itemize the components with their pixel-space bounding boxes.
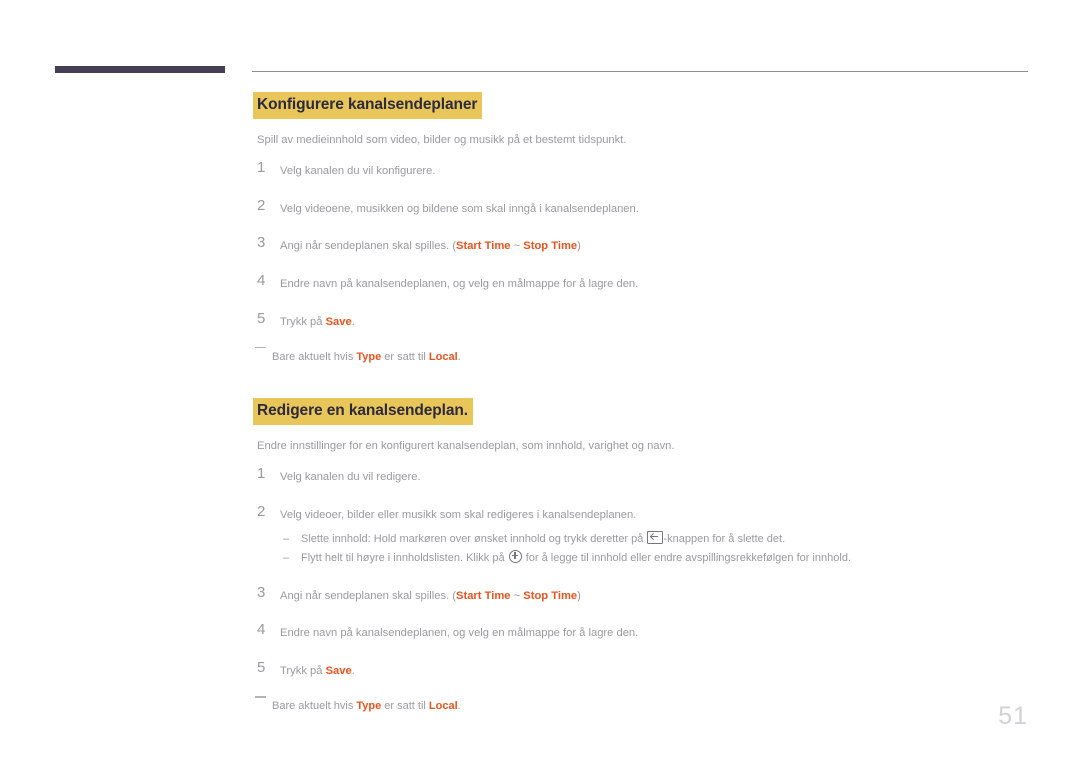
step-text-pre: Angi når sendeplanen skal spilles. ( xyxy=(280,240,456,253)
step-text: Velg kanalen du vil redigere. xyxy=(280,471,421,483)
accent-term-start-time: Start Time xyxy=(456,240,511,253)
sub-bullet-item: – Flytt helt til høyre i innholdslisten. … xyxy=(280,549,1033,567)
bullet-dash-icon: – xyxy=(283,551,290,564)
sub-bullet-pre: Slette innhold: Hold markøren over ønske… xyxy=(301,532,647,545)
accent-term-local: Local xyxy=(428,350,458,363)
footnote-pre: Bare aktuelt hvis xyxy=(272,350,357,363)
section-redigere: Redigere en kanalsendeplan. Endre innsti… xyxy=(253,398,1033,714)
step-list: 1 Velg kanalen du vil redigere. 2 Velg v… xyxy=(253,464,1033,680)
section-intro: Endre innstillinger for en konfigurert k… xyxy=(257,440,675,453)
page-number: 51 xyxy=(998,702,1028,730)
step-number: 2 xyxy=(257,196,266,214)
step-text: Endre navn på kanalsendeplanen, og velg … xyxy=(280,627,638,639)
step-item: 2 Velg videoer, bilder eller musikk som … xyxy=(253,502,1033,567)
step-item: 2 Velg videoene, musikken og bildene som… xyxy=(253,196,1033,218)
step-text-post: ) xyxy=(577,589,581,602)
accent-term-start-time: Start Time xyxy=(456,589,511,602)
footnote-pre: Bare aktuelt hvis xyxy=(272,700,357,712)
footnote: Bare aktuelt hvis Type er satt til Local… xyxy=(255,696,1033,715)
step-text-pre: Trykk på xyxy=(280,665,326,678)
step-text: Angi når sendeplanen skal spilles. (Star… xyxy=(280,240,581,252)
step-text-pre: Velg kanalen du vil konfigurere. xyxy=(280,164,436,177)
step-text-post: . xyxy=(351,665,355,678)
header-accent-bar xyxy=(55,66,225,73)
step-text-pre: Trykk på xyxy=(280,315,326,328)
section-konfigurere: Konfigurere kanalsendeplaner Spill av me… xyxy=(253,92,1033,365)
step-item: 1 Velg kanalen du vil konfigurere. xyxy=(253,158,1033,180)
sub-bullet-item: – Slette innhold: Hold markøren over ønsk… xyxy=(280,530,1033,548)
accent-term-type: Type xyxy=(356,700,382,712)
step-text-pre: Velg kanalen du vil redigere. xyxy=(280,470,421,483)
page-content: Konfigurere kanalsendeplaner Spill av me… xyxy=(253,92,1033,715)
step-text: Trykk på Save. xyxy=(280,316,355,328)
page-header xyxy=(0,0,1080,80)
sub-bullet-pre: Flytt helt til høyre i innholdslisten. K… xyxy=(301,551,508,564)
step-text: Velg videoer, bilder eller musikk som sk… xyxy=(280,509,636,521)
step-text-mid: ~ xyxy=(510,589,524,602)
step-text: Velg videoene, musikken og bildene som s… xyxy=(280,203,639,215)
footnote-mid: er satt til xyxy=(381,700,429,712)
step-item: 4 Endre navn på kanalsendeplanen, og vel… xyxy=(253,272,1033,293)
step-text: Velg kanalen du vil konfigurere. xyxy=(280,165,435,177)
step-number: 5 xyxy=(257,309,266,327)
footnote-dash-icon xyxy=(255,346,266,349)
footnote-post: . xyxy=(457,700,461,712)
accent-term-stop-time: Stop Time xyxy=(523,240,578,253)
step-text-pre: Velg videoer, bilder eller musikk som sk… xyxy=(280,508,637,521)
step-number: 4 xyxy=(257,621,266,639)
step-item: 3 Angi når sendeplanen skal spilles. (St… xyxy=(253,234,1033,255)
accent-term-type: Type xyxy=(356,350,382,363)
step-list: 1 Velg kanalen du vil konfigurere. 2 Vel… xyxy=(253,158,1033,331)
step-text: Trykk på Save. xyxy=(280,665,355,677)
step-item: 4 Endre navn på kanalsendeplanen, og vel… xyxy=(253,621,1033,642)
sub-bullet-post: for å legge til innhold eller endre avsp… xyxy=(522,551,851,564)
delete-key-icon xyxy=(647,530,664,544)
bullet-dash-icon: – xyxy=(283,532,290,545)
step-text: Angi når sendeplanen skal spilles. (Star… xyxy=(280,590,581,602)
accent-term-save: Save xyxy=(325,315,352,328)
footnote-post: . xyxy=(457,350,461,363)
accent-term-stop-time: Stop Time xyxy=(523,589,578,602)
section-intro: Spill av medieinnhold som video, bilder … xyxy=(257,133,627,146)
sub-bullet-list: – Slette innhold: Hold markøren over ønsk… xyxy=(280,530,1033,567)
step-number: 3 xyxy=(257,583,266,601)
step-text-mid: ~ xyxy=(510,240,524,253)
step-number: 3 xyxy=(257,234,266,252)
step-text-post: ) xyxy=(577,240,581,253)
step-text-pre: Angi når sendeplanen skal spilles. ( xyxy=(280,589,456,602)
step-item: 3 Angi når sendeplanen skal spilles. (St… xyxy=(253,583,1033,605)
step-item: 5 Trykk på Save. xyxy=(253,659,1033,680)
step-number: 5 xyxy=(257,659,266,677)
step-text: Endre navn på kanalsendeplanen, og velg … xyxy=(280,278,638,290)
footnote-mid: er satt til xyxy=(381,350,429,363)
step-text-pre: Velg videoene, musikken og bildene som s… xyxy=(280,202,639,215)
footnote-dash-icon xyxy=(255,696,266,698)
step-text-pre: Endre navn på kanalsendeplanen, og velg … xyxy=(280,627,639,640)
step-number: 1 xyxy=(257,464,266,482)
section-heading: Redigere en kanalsendeplan. xyxy=(253,398,473,426)
step-item: 1 Velg kanalen du vil redigere. xyxy=(253,464,1033,486)
step-text-post: . xyxy=(351,315,355,328)
section-heading: Konfigurere kanalsendeplaner xyxy=(253,92,483,119)
sub-bullet-post: -knappen for å slette det. xyxy=(663,532,786,545)
step-text-pre: Endre navn på kanalsendeplanen, og velg … xyxy=(280,278,639,291)
circle-plus-icon xyxy=(508,549,522,563)
step-number: 2 xyxy=(257,502,266,520)
step-number: 4 xyxy=(257,272,266,290)
accent-term-local: Local xyxy=(428,700,458,712)
footnote: Bare aktuelt hvis Type er satt til Local… xyxy=(255,346,1033,366)
step-number: 1 xyxy=(257,158,266,176)
accent-term-save: Save xyxy=(325,665,352,678)
step-item: 5 Trykk på Save. xyxy=(253,309,1033,331)
header-rule xyxy=(252,71,1028,72)
